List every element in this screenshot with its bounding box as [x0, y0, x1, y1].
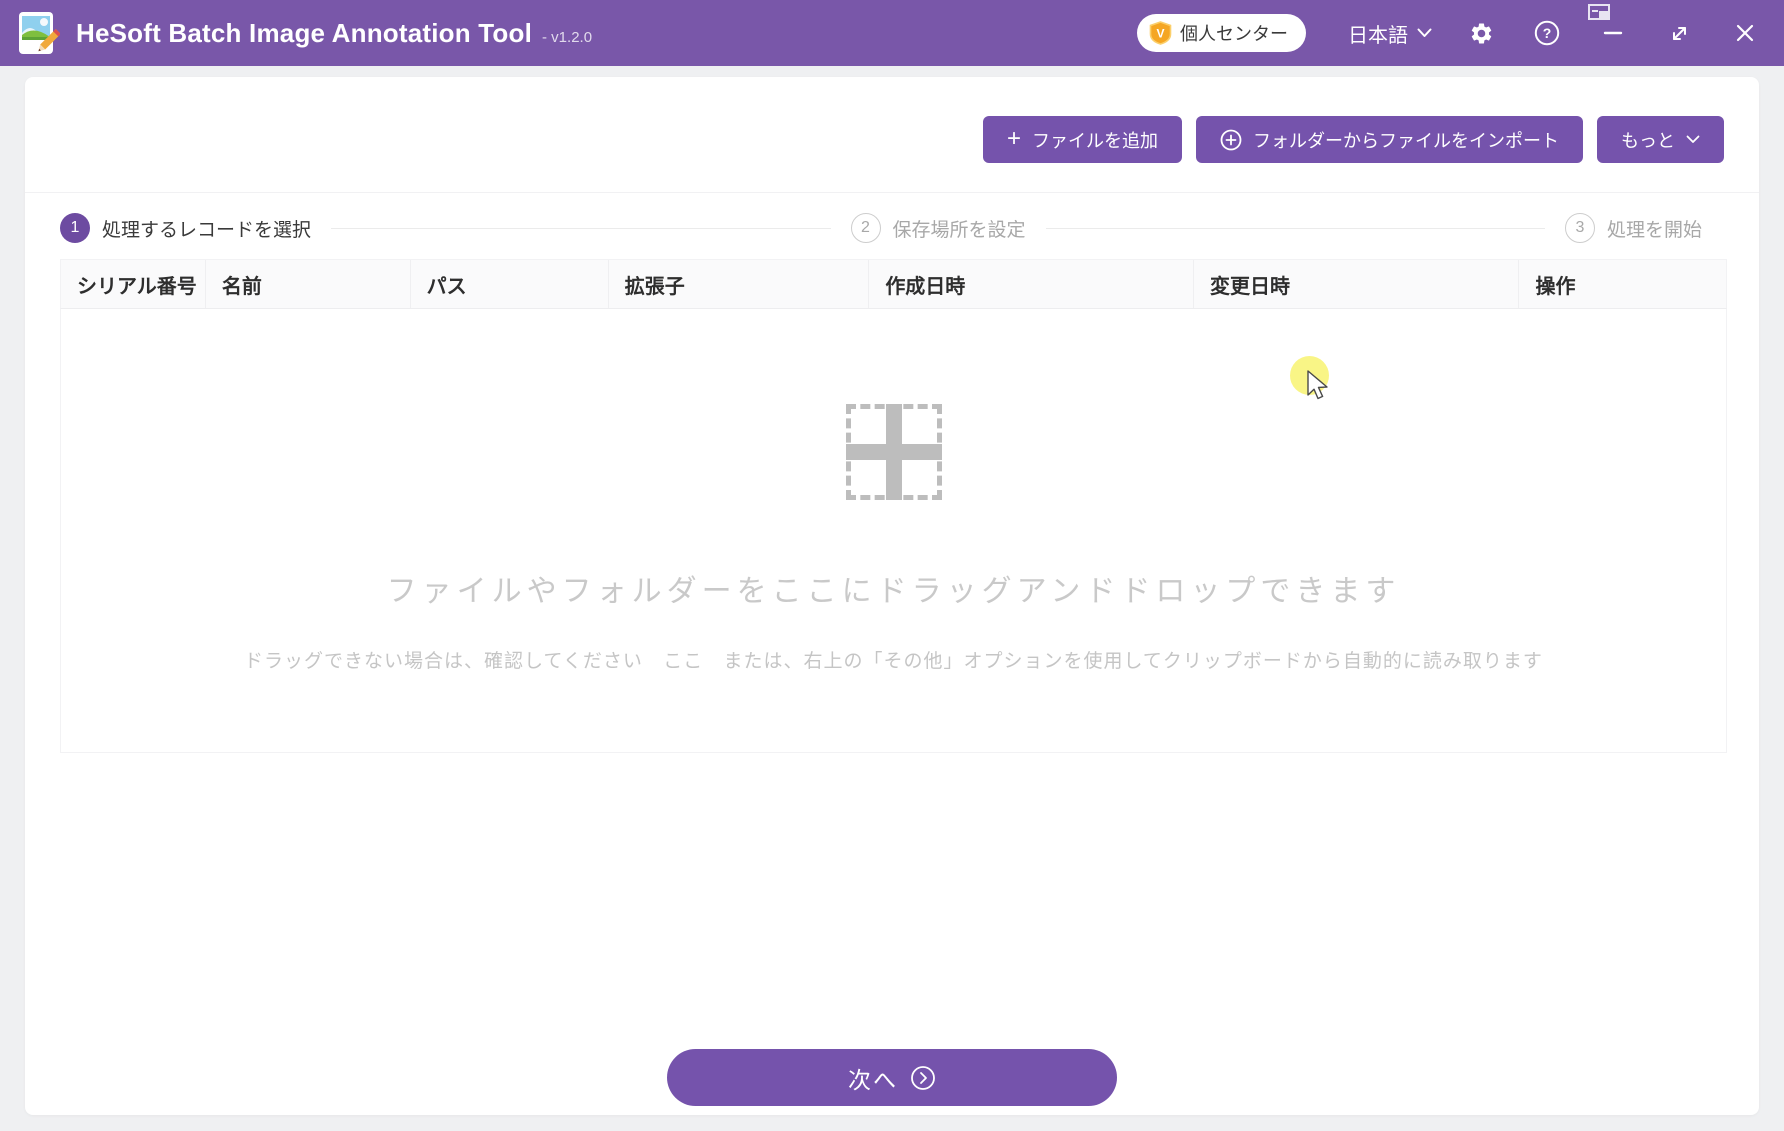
file-table: シリアル番号 名前 パス 拡張子 作成日時 変更日時 操作 ファイルやフォルダー… [60, 259, 1727, 753]
step-2-number: 2 [850, 213, 881, 243]
resize-arrows-icon [1672, 26, 1686, 40]
import-folder-button[interactable]: フォルダーからファイルをインポート [1196, 116, 1583, 163]
app-window: HeSoft Batch Image Annotation Tool - v1.… [0, 0, 1784, 1131]
empty-state-text: ファイルやフォルダーをここにドラッグアンドドロップできます [386, 575, 1401, 608]
column-header-modified: 変更日時 [1194, 260, 1520, 308]
close-icon [1736, 24, 1754, 42]
personal-center-button[interactable]: V 個人センター [1137, 14, 1306, 52]
settings-button[interactable] [1464, 16, 1498, 50]
step-2-set-save-location: 2 保存場所を設定 [850, 213, 1026, 243]
column-header-actions: 操作 [1535, 275, 1576, 298]
hint-suffix: または、右上の「その他」オプションを使用してクリップボードから自動的に読み取りま… [723, 651, 1543, 672]
add-files-label: ファイルを追加 [1032, 130, 1158, 151]
personal-center-label: 個人センター [1180, 24, 1288, 44]
arrow-right-circle-icon [911, 1065, 935, 1090]
chevron-down-icon [1417, 28, 1432, 37]
empty-state-hint: ドラッグできない場合は、確認してください ここ または、右上の「その他」オプショ… [244, 646, 1543, 673]
question-circle-icon: ? [1534, 20, 1560, 46]
column-header-serial: シリアル番号 [61, 260, 206, 308]
step-3-label: 処理を開始 [1607, 219, 1703, 241]
language-label: 日本語 [1348, 24, 1408, 47]
mini-window-button[interactable] [1588, 4, 1612, 27]
next-step-button[interactable]: 次へ [667, 1049, 1117, 1106]
import-folder-label: フォルダーからファイルをインポート [1253, 130, 1559, 151]
vip-badge-icon: V [1149, 21, 1172, 45]
main-card: + ファイルを追加 フォルダーからファイルをインポート もっと 1 処理するレコ… [25, 77, 1759, 1115]
step-3-start-processing: 3 処理を開始 [1565, 213, 1702, 243]
mini-window-icon [1588, 4, 1610, 20]
svg-text:V: V [1156, 27, 1164, 41]
step-connector [331, 227, 831, 229]
file-toolbar: + ファイルを追加 フォルダーからファイルをインポート もっと [25, 77, 1759, 193]
column-header-name: 名前 [206, 260, 411, 308]
column-header-created: 作成日時 [869, 260, 1194, 308]
step-1-number: 1 [60, 213, 90, 243]
chevron-down-icon [1686, 135, 1700, 143]
step-1-label: 処理するレコードを選択 [102, 219, 312, 241]
app-version: - v1.2.0 [542, 28, 593, 46]
drag-drop-target-icon [845, 404, 942, 500]
step-connector [1045, 227, 1545, 229]
maximize-button[interactable] [1662, 16, 1696, 50]
table-header-row: シリアル番号 名前 パス 拡張子 作成日時 変更日時 操作 [60, 259, 1727, 309]
more-button[interactable]: もっと [1597, 116, 1724, 163]
column-header-path: パス [411, 260, 609, 308]
titlebar: HeSoft Batch Image Annotation Tool - v1.… [0, 0, 1784, 66]
step-indicator: 1 処理するレコードを選択 2 保存場所を設定 3 処理を開始 [60, 213, 1702, 243]
add-files-button[interactable]: + ファイルを追加 [982, 116, 1182, 163]
language-selector[interactable]: 日本語 [1348, 19, 1432, 48]
next-label: 次へ [848, 1066, 898, 1093]
step-2-label: 保存場所を設定 [892, 219, 1026, 241]
svg-text:?: ? [1543, 25, 1552, 41]
gear-icon [1471, 23, 1491, 43]
drop-zone[interactable]: ファイルやフォルダーをここにドラッグアンドドロップできます ドラッグできない場合… [60, 309, 1727, 753]
app-title: HeSoft Batch Image Annotation Tool [76, 17, 533, 48]
close-button[interactable] [1728, 16, 1762, 50]
step-1-select-records: 1 処理するレコードを選択 [60, 213, 311, 243]
app-logo-icon [19, 12, 60, 54]
column-header-extension: 拡張子 [609, 260, 870, 308]
more-label: もっと [1621, 130, 1675, 151]
step-3-number: 3 [1565, 213, 1595, 243]
circle-plus-icon [1220, 129, 1242, 150]
help-button[interactable]: ? [1530, 16, 1564, 50]
hint-here-link[interactable]: ここ [663, 651, 703, 672]
plus-icon: + [1006, 124, 1021, 152]
hint-prefix: ドラッグできない場合は、確認してください [244, 651, 643, 672]
